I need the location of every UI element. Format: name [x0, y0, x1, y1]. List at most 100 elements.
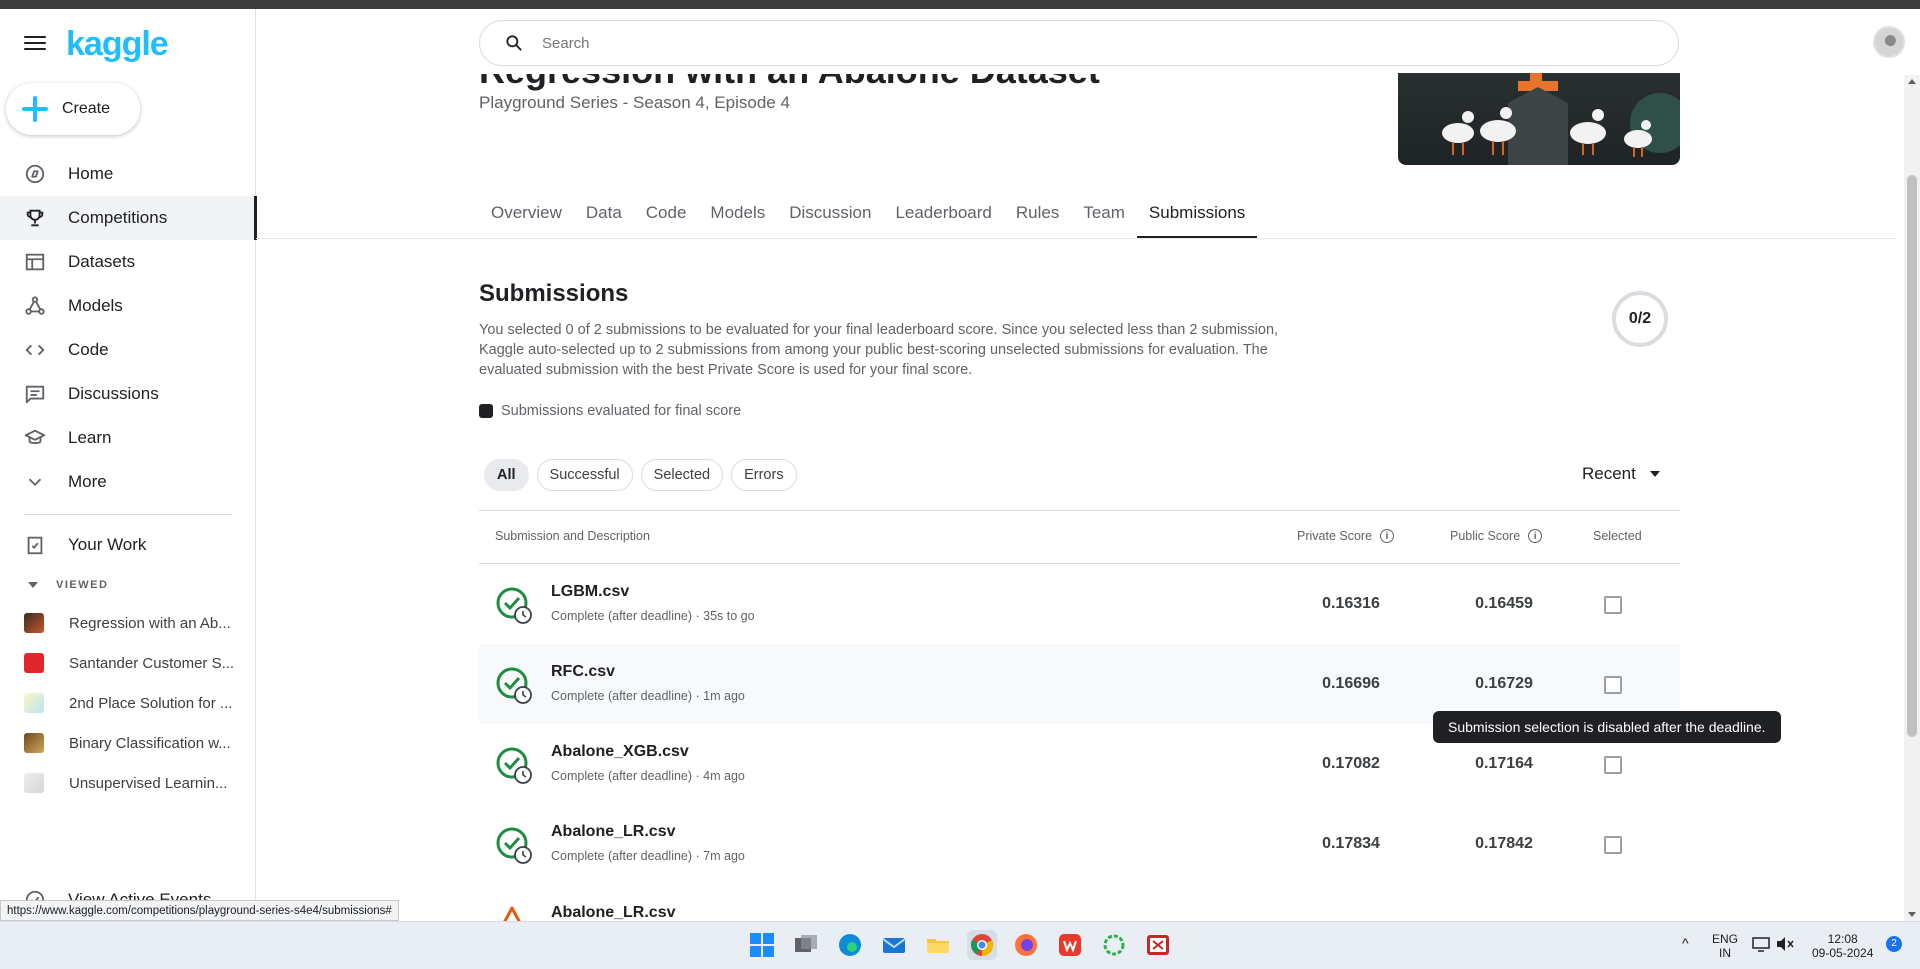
sidebar-item-label: Competitions	[68, 208, 168, 227]
nav-divider	[24, 514, 232, 515]
tab-overview[interactable]: Overview	[479, 196, 574, 239]
page-scrollbar[interactable]	[1904, 75, 1920, 921]
table-row[interactable]: Abalone_LR.csv	[479, 884, 1680, 921]
create-button[interactable]: Create	[6, 83, 140, 135]
sort-dropdown[interactable]: Recent	[1582, 464, 1660, 484]
kaggle-logo[interactable]: kaggle	[66, 25, 169, 64]
search-input[interactable]	[542, 34, 1542, 52]
competition-thumbnail	[24, 653, 44, 673]
tab-code[interactable]: Code	[634, 196, 699, 239]
edge-browser-icon[interactable]	[835, 930, 865, 960]
private-score: 0.16316	[1322, 595, 1380, 612]
filter-errors[interactable]: Errors	[731, 459, 797, 491]
viewed-item-label: 2nd Place Solution for ...	[69, 694, 233, 712]
scroll-down-icon[interactable]	[1908, 912, 1916, 917]
complete-late-icon	[496, 747, 532, 784]
legend-swatch	[479, 404, 493, 418]
trophy-icon	[24, 207, 46, 229]
viewed-header[interactable]: VIEWED	[0, 567, 256, 603]
submission-name[interactable]: Abalone_XGB.csv	[551, 743, 689, 761]
viewed-item[interactable]: 2nd Place Solution for ...	[0, 683, 256, 723]
tab-submissions[interactable]: Submissions	[1136, 196, 1258, 239]
sidebar-item-home[interactable]: Home	[0, 152, 256, 196]
task-view-icon[interactable]	[791, 930, 821, 960]
notification-badge[interactable]: 2	[1886, 936, 1902, 952]
plus-icon	[22, 96, 48, 122]
tab-models[interactable]: Models	[698, 196, 777, 239]
table-row[interactable]: LGBM.csv Complete (after deadline) · 35s…	[479, 564, 1680, 644]
filter-all[interactable]: All	[484, 459, 529, 491]
search-bar[interactable]	[479, 20, 1679, 66]
chrome-icon[interactable]	[967, 930, 997, 960]
volume-muted-icon[interactable]	[1776, 936, 1794, 955]
tab-rules[interactable]: Rules	[1004, 196, 1071, 239]
submission-name[interactable]: Abalone_LR.csv	[551, 823, 675, 841]
private-score: 0.17082	[1322, 755, 1380, 772]
clock[interactable]: 12:08 09-05-2024	[1812, 932, 1873, 960]
sidebar-item-competitions[interactable]: Competitions	[0, 196, 257, 240]
viewed-item-label: Regression with an Ab...	[69, 614, 231, 632]
wps-office-icon[interactable]	[1055, 930, 1085, 960]
sidebar-item-label: Home	[68, 164, 114, 183]
info-icon[interactable]: i	[1528, 529, 1543, 543]
scrollbar-thumb[interactable]	[1907, 175, 1917, 737]
selected-checkbox[interactable]	[1604, 596, 1622, 614]
sidebar-item-label: Learn	[68, 428, 112, 447]
search-icon	[506, 35, 522, 51]
sidebar-item-your-work[interactable]: Your Work	[0, 523, 256, 567]
filter-selected[interactable]: Selected	[640, 459, 724, 491]
mail-icon[interactable]	[879, 930, 909, 960]
complete-late-icon	[496, 587, 532, 624]
firefox-icon[interactable]	[1011, 930, 1041, 960]
sidebar-item-datasets[interactable]: Datasets	[0, 240, 256, 284]
clock-time: 12:08	[1827, 932, 1858, 946]
complete-late-icon	[496, 827, 532, 864]
tray-chevron-icon[interactable]: ^	[1682, 936, 1689, 950]
viewed-item[interactable]: Unsupervised Learnin...	[0, 763, 256, 803]
private-score: 0.17834	[1322, 835, 1380, 852]
header-public-label: Public Score	[1450, 529, 1521, 543]
your-work-icon	[24, 534, 46, 556]
info-icon[interactable]: i	[1380, 529, 1395, 543]
tab-data[interactable]: Data	[574, 196, 634, 239]
viewed-label: VIEWED	[56, 579, 109, 591]
file-explorer-icon[interactable]	[923, 930, 953, 960]
windows-start-icon[interactable]	[747, 930, 777, 960]
sidebar-item-learn[interactable]: Learn	[0, 416, 256, 460]
sidebar-item-code[interactable]: Code	[0, 328, 256, 372]
scroll-up-icon[interactable]	[1908, 79, 1916, 84]
tab-leaderboard[interactable]: Leaderboard	[883, 196, 1003, 239]
competition-thumbnail	[24, 773, 44, 793]
network-icon[interactable]	[1752, 936, 1770, 955]
viewed-item[interactable]: Binary Classification w...	[0, 723, 256, 763]
tabs-divider	[256, 238, 1896, 239]
submission-name[interactable]: RFC.csv	[551, 663, 615, 681]
browser-top-strip	[0, 0, 1920, 9]
public-score: 0.16459	[1475, 595, 1533, 612]
filter-successful[interactable]: Successful	[536, 459, 633, 491]
legend-label: Submissions evaluated for final score	[501, 403, 742, 419]
sidebar-item-models[interactable]: Models	[0, 284, 256, 328]
sidebar-item-discussions[interactable]: Discussions	[0, 372, 256, 416]
selected-checkbox[interactable]	[1604, 836, 1622, 854]
sidebar-item-more[interactable]: More	[0, 460, 256, 504]
legend: Submissions evaluated for final score	[479, 403, 741, 419]
browser-status-url: https://www.kaggle.com/competitions/play…	[0, 900, 399, 921]
viewed-item[interactable]: Santander Customer S...	[0, 643, 256, 683]
avatar[interactable]	[1873, 26, 1905, 58]
submission-name[interactable]: Abalone_LR.csv	[551, 904, 675, 921]
snipping-tool-icon[interactable]	[1143, 930, 1173, 960]
selected-checkbox[interactable]	[1604, 676, 1622, 694]
language-top: ENG	[1712, 932, 1739, 946]
tab-team[interactable]: Team	[1071, 196, 1137, 239]
menu-icon[interactable]	[24, 33, 46, 53]
viewed-item[interactable]: Regression with an Ab...	[0, 603, 256, 643]
table-row[interactable]: Abalone_LR.csv Complete (after deadline)…	[479, 804, 1680, 884]
tab-discussion[interactable]: Discussion	[777, 196, 883, 239]
language-indicator[interactable]: ENG IN	[1712, 932, 1738, 960]
sidebar-item-label: Code	[68, 340, 109, 359]
app-ring-icon[interactable]	[1099, 930, 1129, 960]
filter-chips: All Successful Selected Errors	[484, 459, 797, 491]
submission-name[interactable]: LGBM.csv	[551, 583, 629, 601]
selected-checkbox[interactable]	[1604, 756, 1622, 774]
